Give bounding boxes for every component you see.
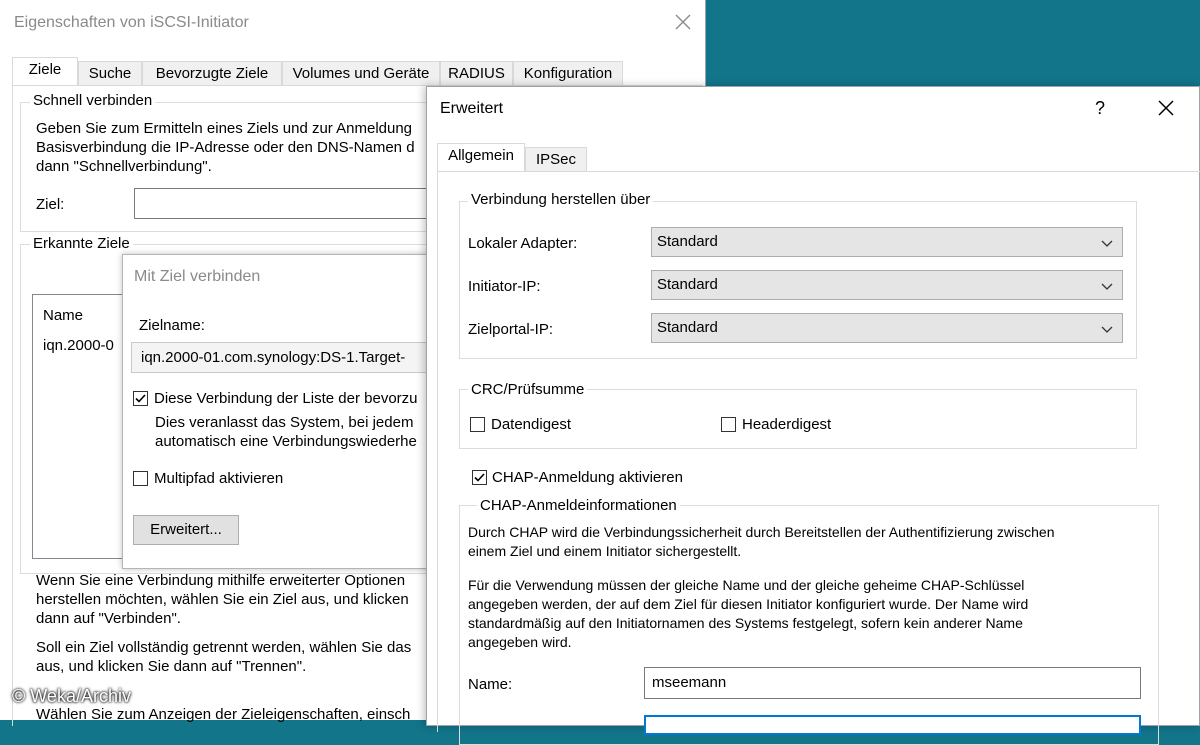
checkmark-icon — [135, 394, 146, 403]
target-input[interactable] — [134, 188, 454, 219]
tab-allgemein[interactable]: Allgemein — [437, 143, 525, 171]
window-title: Erweitert — [440, 100, 504, 117]
target-name-label: Zielname: — [139, 317, 205, 334]
crc-group-legend: CRC/Prüfsumme — [468, 381, 588, 398]
advanced-window: Erweitert ? Allgemein IPSec Verbindung h… — [426, 86, 1200, 745]
close-icon[interactable] — [674, 13, 692, 31]
advanced-options-text: Wenn Sie eine Verbindung mithilfe erweit… — [36, 572, 409, 627]
disconnect-text: Soll ein Ziel vollständig getrennt werde… — [36, 639, 412, 675]
connect-target-window: Mit Ziel verbinden Zielname: iqn.2000-01… — [122, 254, 451, 569]
tab-suche[interactable]: Suche — [78, 61, 142, 85]
table-row[interactable]: iqn.2000-0 — [43, 337, 114, 354]
chap-enable-checkbox[interactable] — [472, 470, 487, 485]
tab-ziele[interactable]: Ziele — [12, 57, 78, 85]
chap-name-label: Name: — [468, 676, 513, 693]
target-portal-select[interactable]: Standard — [651, 313, 1123, 343]
advanced-button[interactable]: Erweitert... — [133, 515, 239, 545]
tab-volumes[interactable]: Volumes und Geräte — [282, 61, 440, 85]
watermark: © Weka/Archiv — [12, 686, 131, 706]
target-portal-label: Zielportal-IP: — [468, 321, 554, 338]
properties-text: Wählen Sie zum Anzeigen der Zieleigensch… — [36, 706, 411, 723]
quick-connect-text: Geben Sie zum Ermitteln eines Ziels und … — [36, 120, 415, 175]
close-icon[interactable] — [1157, 99, 1175, 117]
chevron-down-icon — [1101, 240, 1113, 247]
chap-group-legend: CHAP-Anmeldeinformationen — [477, 497, 680, 514]
window-title: Eigenschaften von iSCSI-Initiator — [14, 14, 249, 31]
chap-description-1: Durch CHAP wird die Verbindungssicherhei… — [468, 524, 1055, 559]
initiator-ip-select[interactable]: Standard — [651, 270, 1123, 300]
checkmark-icon — [474, 473, 485, 482]
favorites-checkbox-label[interactable]: Diese Verbindung der Liste der bevorzu — [154, 390, 418, 407]
tab-strip: Allgemein IPSec — [437, 143, 1197, 171]
header-digest-label[interactable]: Headerdigest — [742, 416, 831, 433]
tab-bevorzugte-ziele[interactable]: Bevorzugte Ziele — [142, 61, 282, 85]
multipath-checkbox[interactable] — [133, 471, 148, 486]
help-button[interactable]: ? — [1095, 98, 1105, 119]
header-digest-checkbox[interactable] — [721, 417, 736, 432]
tab-radius[interactable]: RADIUS — [440, 61, 513, 85]
initiator-ip-label: Initiator-IP: — [468, 278, 541, 295]
data-digest-checkbox[interactable] — [470, 417, 485, 432]
tab-konfiguration[interactable]: Konfiguration — [513, 61, 623, 85]
favorites-checkbox[interactable] — [133, 391, 148, 406]
target-label: Ziel: — [36, 196, 65, 213]
discovered-targets-legend: Erkannte Ziele — [30, 235, 133, 252]
favorites-description: Dies veranlasst das System, bei jedem au… — [155, 414, 417, 450]
tab-strip: Ziele Suche Bevorzugte Ziele Volumes und… — [12, 57, 702, 85]
chap-description-2: Für die Verwendung müssen der gleiche Na… — [468, 577, 1029, 650]
chap-enable-label[interactable]: CHAP-Anmeldung aktivieren — [492, 469, 683, 486]
local-adapter-select[interactable]: Standard — [651, 227, 1123, 257]
chevron-down-icon — [1101, 283, 1113, 290]
connection-group-legend: Verbindung herstellen über — [468, 191, 654, 208]
chap-name-input[interactable]: mseemann — [644, 667, 1141, 699]
multipath-checkbox-label[interactable]: Multipfad aktivieren — [154, 470, 283, 487]
chevron-down-icon — [1101, 326, 1113, 333]
column-header-name[interactable]: Name — [43, 307, 83, 324]
tab-ipsec[interactable]: IPSec — [525, 147, 587, 171]
window-title: Mit Ziel verbinden — [134, 268, 261, 285]
quick-connect-legend: Schnell verbinden — [30, 92, 156, 109]
chap-secret-input[interactable] — [644, 715, 1141, 735]
local-adapter-label: Lokaler Adapter: — [468, 235, 578, 252]
target-name-input[interactable]: iqn.2000-01.com.synology:DS-1.Target- — [131, 342, 451, 373]
data-digest-label[interactable]: Datendigest — [491, 416, 571, 433]
